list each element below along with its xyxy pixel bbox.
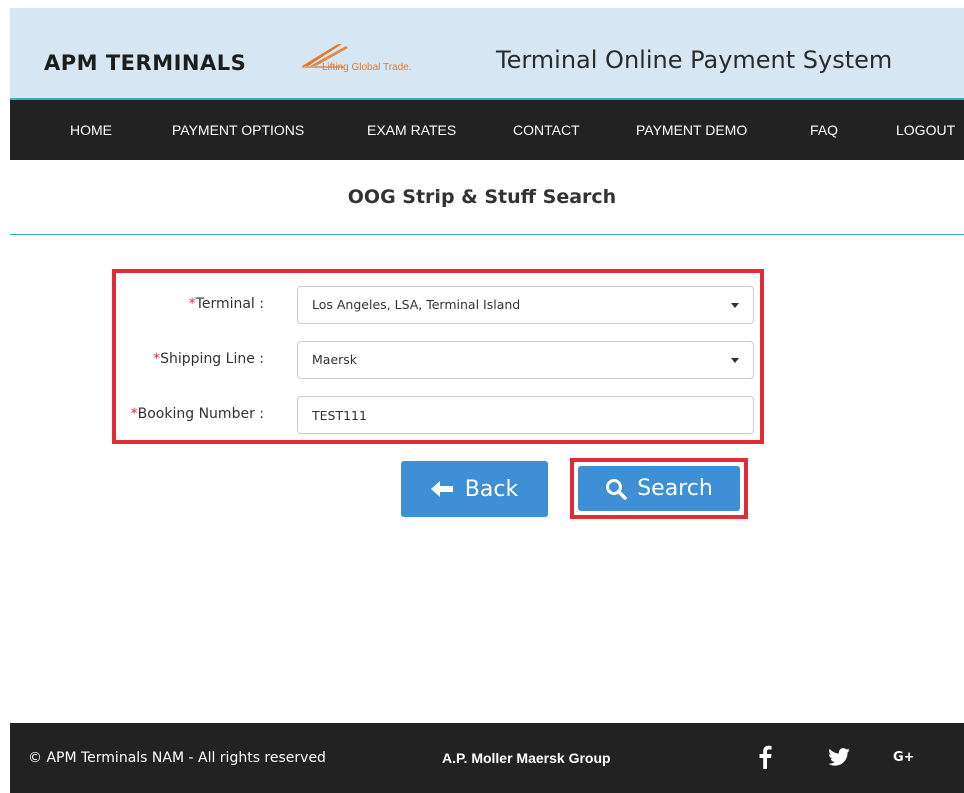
- page-title: OOG Strip & Stuff Search: [347, 186, 617, 208]
- nav-item-logout[interactable]: LOGOUT: [896, 122, 955, 138]
- facebook-icon[interactable]: [758, 745, 772, 774]
- terminal-select[interactable]: Los Angeles, LSA, Terminal Island: [297, 286, 754, 324]
- required-mark: *: [130, 406, 138, 422]
- search-icon: [606, 478, 627, 500]
- terminal-value: Los Angeles, LSA, Terminal Island: [312, 297, 521, 312]
- search-button[interactable]: Search: [578, 466, 740, 511]
- google-plus-icon[interactable]: G+: [893, 750, 915, 765]
- back-button[interactable]: Back: [401, 461, 548, 517]
- shipping-line-label: *Shipping Line :: [153, 351, 264, 367]
- required-mark: *: [188, 296, 196, 312]
- footer: © APM Terminals NAM - All rights reserve…: [10, 723, 964, 793]
- twitter-icon[interactable]: [828, 748, 850, 771]
- arrow-left-icon: [430, 481, 453, 497]
- booking-number-input[interactable]: [297, 396, 754, 434]
- nav-item-home[interactable]: HOME: [70, 122, 112, 138]
- caret-down-icon: [731, 358, 739, 363]
- apm-terminals-logo[interactable]: APM TERMINALS Lifting Global Trade.: [44, 44, 412, 78]
- nav-item-faq[interactable]: FAQ: [810, 122, 838, 138]
- maersk-group-text: A.P. Moller Maersk Group: [442, 750, 611, 766]
- nav-item-payment-options[interactable]: PAYMENT OPTIONS: [172, 122, 304, 138]
- logo-text: APM TERMINALS: [44, 51, 247, 75]
- shipping-line-select[interactable]: Maersk: [297, 341, 754, 379]
- search-button-label: Search: [637, 476, 713, 501]
- terminal-row: *Terminal : Los Angeles, LSA, Terminal I…: [116, 286, 760, 326]
- main-nav: HOME PAYMENT OPTIONS EXAM RATES CONTACT …: [10, 100, 964, 160]
- copyright-text: © APM Terminals NAM - All rights reserve…: [28, 750, 326, 766]
- shipping-line-value: Maersk: [312, 352, 358, 367]
- terminal-label: *Terminal :: [188, 296, 264, 312]
- search-form: *Terminal : Los Angeles, LSA, Terminal I…: [112, 269, 764, 444]
- app-title: Terminal Online Payment System: [496, 46, 893, 74]
- title-divider: [10, 234, 964, 235]
- caret-down-icon: [731, 303, 739, 308]
- nav-item-contact[interactable]: CONTACT: [513, 122, 580, 138]
- booking-number-label: *Booking Number :: [130, 406, 264, 422]
- header: APM TERMINALS Lifting Global Trade. Term…: [10, 8, 964, 100]
- shipping-line-row: *Shipping Line : Maersk: [116, 341, 760, 381]
- search-button-highlight: Search: [570, 458, 748, 519]
- nav-item-exam-rates[interactable]: EXAM RATES: [367, 122, 456, 138]
- back-button-label: Back: [464, 476, 519, 502]
- booking-number-row: *Booking Number :: [116, 396, 760, 436]
- logo-tagline: Lifting Global Trade.: [322, 62, 412, 73]
- nav-item-payment-demo[interactable]: PAYMENT DEMO: [636, 122, 747, 138]
